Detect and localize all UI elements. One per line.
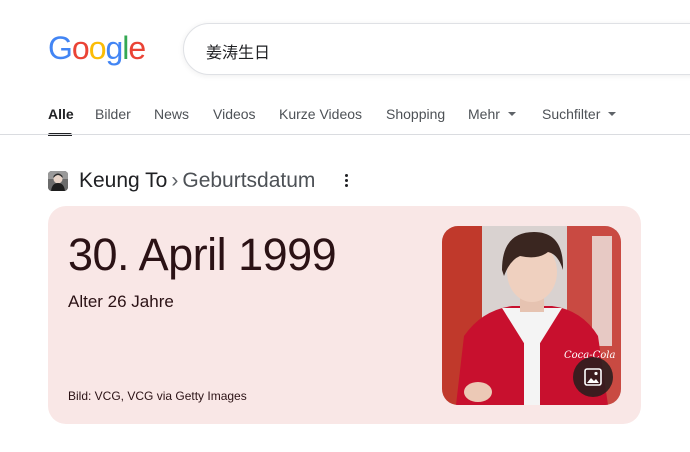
logo-letter: o: [71, 30, 90, 66]
tab-shopping[interactable]: Shopping: [386, 104, 445, 124]
image-icon: [584, 368, 602, 386]
search-input[interactable]: 姜涛生日: [206, 39, 270, 63]
tab-bilder[interactable]: Bilder: [95, 104, 131, 124]
tab-news[interactable]: News: [154, 104, 189, 124]
logo-letter: G: [48, 30, 73, 66]
logo-letter: o: [88, 30, 107, 66]
chevron-down-icon: [507, 112, 516, 117]
tab-suchfilter-label: Suchfilter: [542, 106, 601, 122]
tabs-divider: [0, 134, 690, 135]
logo-letter: g: [105, 30, 123, 66]
entity-name-link[interactable]: Keung To: [79, 169, 167, 192]
chevron-down-icon: [608, 112, 617, 117]
attribute-name: Geburtsdatum: [182, 169, 316, 192]
breadcrumb-separator: ›: [171, 169, 179, 192]
google-logo[interactable]: Google: [48, 30, 146, 66]
view-image-button[interactable]: [573, 357, 613, 397]
logo-letter: e: [128, 30, 146, 66]
entity-photo[interactable]: Coca-Cola: [442, 226, 621, 405]
tab-mehr-label: Mehr: [468, 106, 500, 122]
tab-videos[interactable]: Videos: [213, 104, 256, 124]
search-box[interactable]: 姜涛生日: [183, 23, 690, 75]
answer-heading: Keung To › Geburtsdatum: [79, 168, 315, 194]
tab-alle[interactable]: Alle: [48, 104, 74, 124]
birth-date: 30. April 1999: [68, 229, 337, 280]
tab-mehr[interactable]: Mehr: [468, 104, 516, 124]
tab-suchfilter[interactable]: Suchfilter: [542, 104, 617, 124]
tab-kurze-videos[interactable]: Kurze Videos: [279, 104, 362, 124]
answer-card: 30. April 1999 Alter 26 Jahre Bild: VCG,…: [48, 206, 641, 424]
entity-thumbnail[interactable]: [48, 171, 68, 191]
image-credit: Bild: VCG, VCG via Getty Images: [68, 389, 247, 403]
age-text: Alter 26 Jahre: [68, 292, 174, 311]
more-vert-icon[interactable]: [340, 172, 352, 190]
